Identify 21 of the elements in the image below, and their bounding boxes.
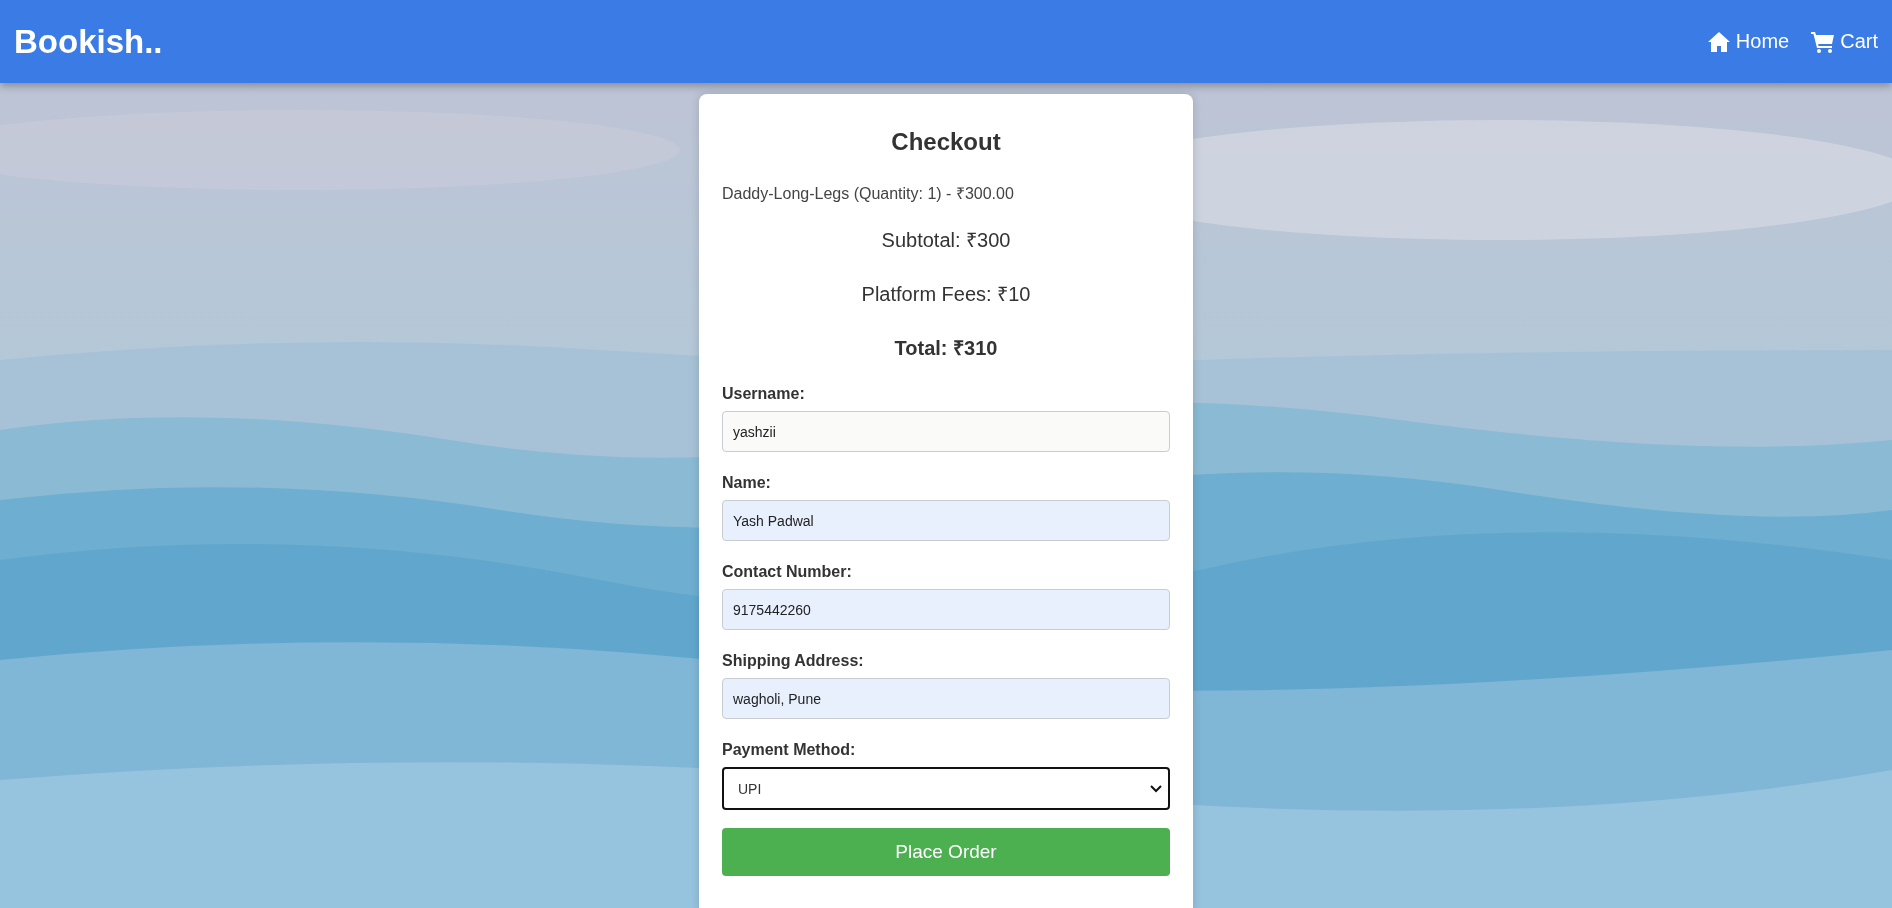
field-label: Name: [722, 474, 772, 492]
nav-link[interactable]: Home [1706, 30, 1790, 53]
input-field[interactable]: wagholi, Pune [722, 678, 1170, 719]
checkout-title: Checkout [890, 128, 1002, 156]
input-field[interactable]: yashzii [722, 411, 1170, 452]
input-field[interactable]: Yash Padwal [722, 500, 1170, 541]
field-label: Payment Method: [722, 741, 857, 759]
fees-text: Platform Fees: ₹10 [860, 282, 1032, 307]
order-item: Daddy-Long-Legs (Quantity: 1) - ₹300.00 [722, 184, 1015, 204]
subtotal-text: Subtotal: ₹300 [880, 228, 1012, 253]
field-label: Username: [722, 385, 806, 403]
input-field[interactable]: 9175442260 [722, 589, 1170, 630]
payment-dropdown[interactable]: UPI [722, 767, 1170, 810]
cart-icon [1811, 30, 1836, 53]
field-label: Shipping Address: [722, 652, 865, 670]
chevron-icon [1150, 784, 1162, 793]
total-text: Total: ₹310 [893, 336, 999, 361]
nav-link[interactable]: Cart [1811, 30, 1878, 53]
field-label: Contact Number: [722, 563, 853, 581]
brand-logo[interactable]: Bookish.. [14, 22, 163, 61]
home-icon [1706, 30, 1731, 53]
